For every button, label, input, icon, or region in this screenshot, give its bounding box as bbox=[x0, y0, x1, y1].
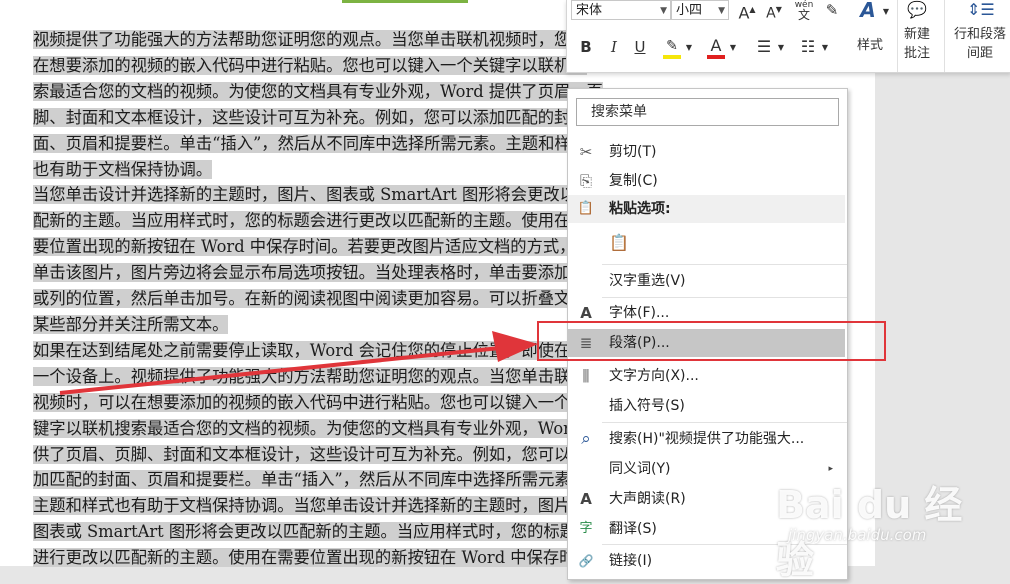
arrow-head bbox=[492, 331, 538, 362]
watermark-url: jingyan.baidu.com bbox=[788, 526, 927, 544]
baidu-jingyan-watermark: Bai du 经验 jingyan.baidu.com bbox=[776, 458, 996, 582]
arrow-shaft bbox=[59, 346, 501, 395]
